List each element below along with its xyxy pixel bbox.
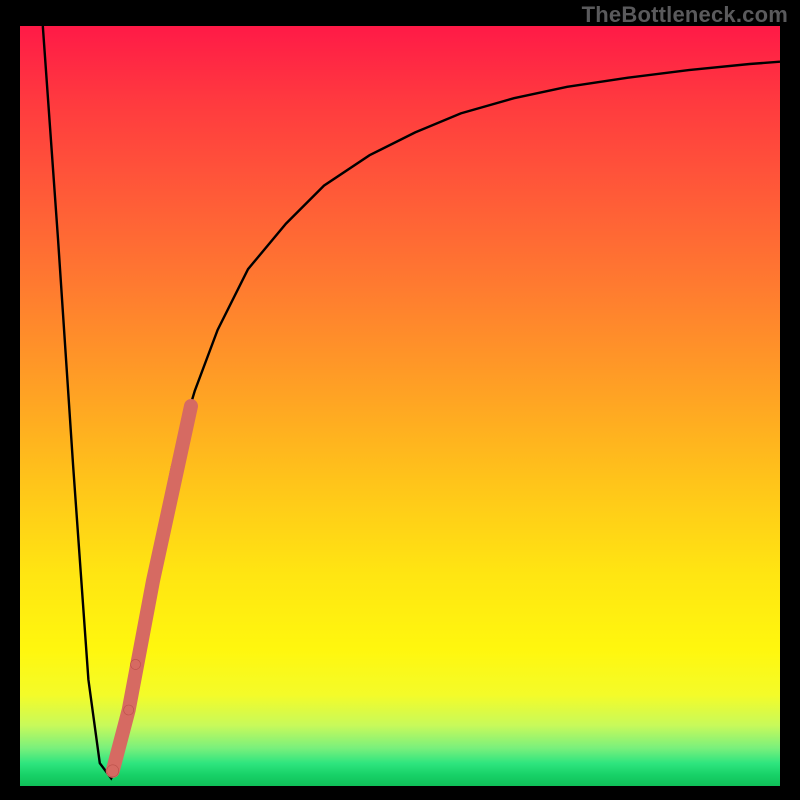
chart-container: TheBottleneck.com: [0, 0, 800, 800]
watermark-text: TheBottleneck.com: [582, 2, 788, 28]
highlight-group: [107, 406, 191, 777]
curve-svg: [20, 26, 780, 786]
highlight-dot: [107, 765, 119, 777]
curve-group: [43, 26, 780, 778]
highlight-segment: [113, 406, 191, 771]
highlight-dot: [131, 659, 141, 669]
highlight-dot: [124, 705, 134, 715]
bottleneck-curve: [43, 26, 780, 778]
plot-area: [20, 26, 780, 786]
